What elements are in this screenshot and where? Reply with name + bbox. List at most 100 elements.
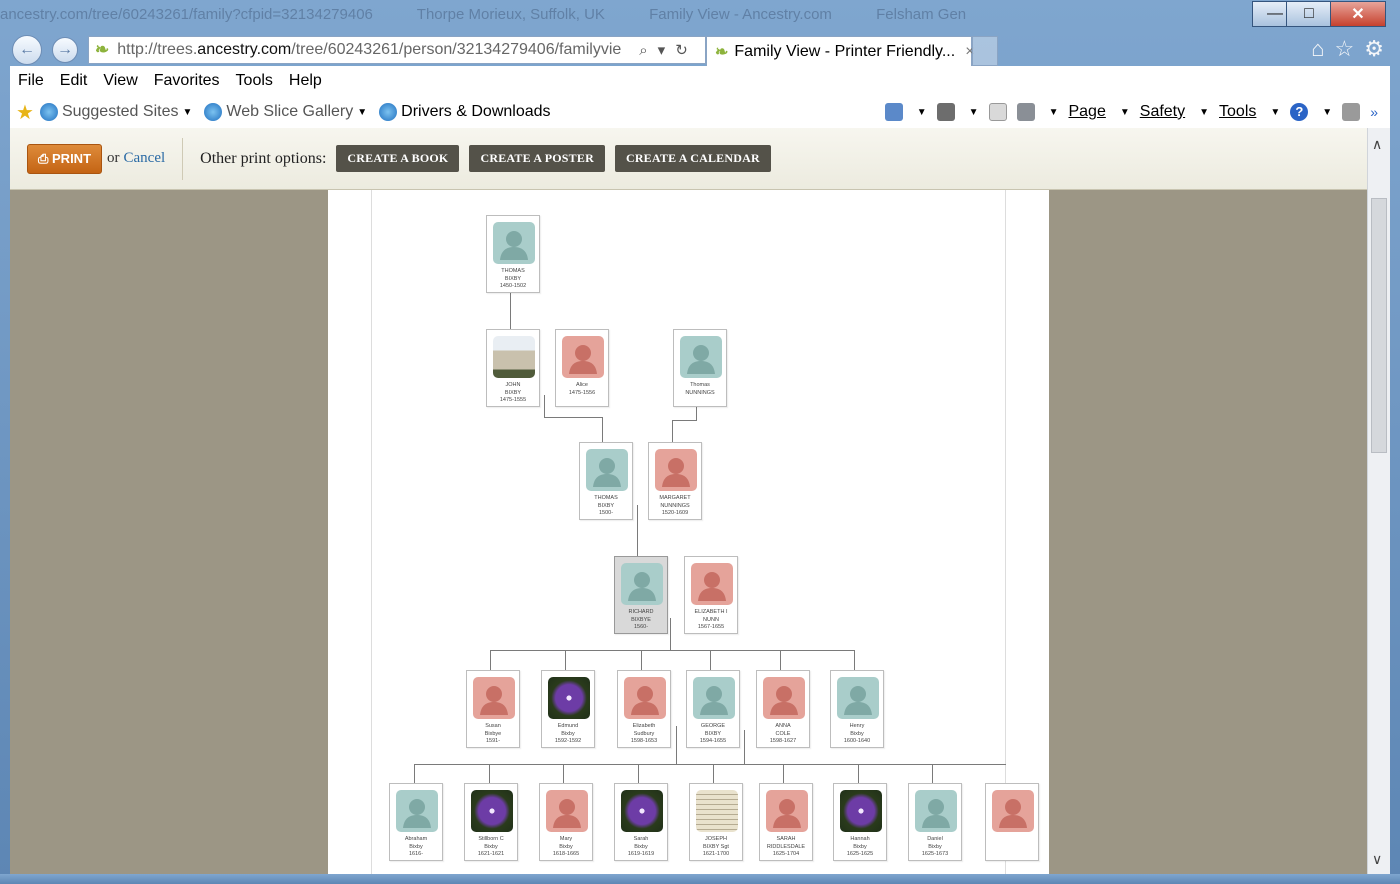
printer-icon[interactable] [1016,103,1035,121]
person-dates: 1592-1592 [554,738,582,744]
caret-down-icon[interactable]: ▼ [969,107,979,118]
tools-menu[interactable]: Tools [1219,103,1256,121]
connector-line [932,764,933,783]
forward-button[interactable]: → [52,37,78,63]
print-button[interactable]: ⎙ PRINT [27,143,103,174]
person-photo [471,790,513,832]
caret-down-icon[interactable]: ▼ [1270,107,1280,118]
person-card[interactable]: SARAH RIDDLESDALE 1625-1704 [759,783,813,861]
person-card[interactable]: Elizabeth Sudbury 1598-1653 [617,670,671,748]
person-card[interactable]: Hannah Bixby 1625-1625 [833,783,887,861]
fav-drivers-downloads[interactable]: Drivers & Downloads [379,103,551,121]
person-dates: 1560- [633,624,649,630]
person-dates: 1618-1665 [552,851,580,857]
scroll-down-icon[interactable]: ∨ [1372,851,1382,868]
person-card[interactable]: JOHN BIXBY 1475-1555 [486,329,540,407]
vertical-scrollbar[interactable]: ∧ ∨ [1367,128,1390,874]
rss-feed-icon[interactable] [936,103,955,121]
menu-view[interactable]: View [103,72,137,90]
scroll-thumb[interactable] [1371,198,1387,453]
caret-down-icon[interactable]: ▼ [1120,107,1130,118]
person-card[interactable]: Sarah Bixby 1619-1619 [614,783,668,861]
gear-icon[interactable]: ⚙ [1364,36,1384,62]
person-dates: 1567-1655 [697,624,725,630]
tab-family-view[interactable]: ❧ Family View - Printer Friendly... × [706,36,975,66]
menu-favorites[interactable]: Favorites [154,72,220,90]
dropdown-icon[interactable]: ▾ [658,41,666,59]
person-name: Edmund [557,723,579,729]
caret-down-icon[interactable]: ▼ [1322,107,1332,118]
person-photo [696,790,738,832]
person-card[interactable]: Susan Bixbye 1591- [466,670,520,748]
person-name: Thomas [690,382,710,388]
person-card[interactable]: THOMAS BIXBY 1450-1502 [486,215,540,293]
caret-down-icon[interactable]: ▼ [1199,107,1209,118]
close-window-button[interactable]: ✕ [1330,1,1386,27]
tab-title: Family View - Printer Friendly... [734,42,956,60]
back-arrow-icon: ← [19,41,35,58]
person-card[interactable]: RICHARD BIXBYE 1560- [614,556,668,634]
person-card[interactable]: ANNA COLE 1598-1627 [756,670,810,748]
scroll-up-icon[interactable]: ∧ [1372,136,1382,153]
person-card[interactable]: JOSEPH BIXBY Sgt 1621-1700 [689,783,743,861]
person-card[interactable]: Edmund Bixby 1592-1592 [541,670,595,748]
person-photo [624,677,666,719]
connector-line [672,420,673,442]
person-card[interactable] [985,783,1039,861]
ghost-tab[interactable]: Felsham Gen [876,6,966,23]
url-text[interactable]: http://trees.ancestry.com/tree/60243261/… [117,41,629,59]
connector-line [544,417,603,418]
menu-edit[interactable]: Edit [60,72,88,90]
person-card[interactable]: THOMAS BIXBY 1500- [579,442,633,520]
cancel-link[interactable]: Cancel [124,150,166,167]
fav-web-slice-gallery[interactable]: Web Slice Gallery ▼ [204,103,367,121]
person-dates: 1625-1704 [772,851,800,857]
chevron-right-icon[interactable]: » [1370,104,1378,120]
person-card[interactable]: Alice 1475-1556 [555,329,609,407]
new-tab-button[interactable] [972,36,998,66]
ghost-tab[interactable]: Thorpe Morieux, Suffolk, UK [417,6,605,23]
create-poster-button[interactable]: CREATE A POSTER [469,145,605,172]
ghost-tab[interactable]: Family View - Ancestry.com [649,6,832,23]
caret-down-icon[interactable]: ▼ [1049,107,1059,118]
refresh-icon[interactable]: ↻ [675,41,688,59]
menu-help[interactable]: Help [289,72,322,90]
help-icon[interactable]: ? [1290,103,1309,121]
maximize-button[interactable]: □ [1286,1,1332,27]
caret-down-icon[interactable]: ▼ [917,107,927,118]
back-button[interactable]: ← [12,35,42,65]
search-icon[interactable]: ⌕ [639,42,647,59]
person-photo [586,449,628,491]
address-bar[interactable]: ❧ http://trees.ancestry.com/tree/6024326… [88,36,706,64]
person-card[interactable]: ELIZABETH I NUNN 1567-1655 [684,556,738,634]
ghost-tab[interactable]: ancestry.com/tree/60243261/family?cfpid=… [0,6,373,23]
safety-menu[interactable]: Safety [1140,103,1185,121]
person-card[interactable]: Daniel Bixby 1625-1673 [908,783,962,861]
browser-toolbars: File Edit View Favorites Tools Help ★ Su… [10,66,1390,128]
connector-line [713,764,714,783]
person-surname: BIXBY [504,275,522,282]
person-card[interactable]: MARGARET NUNNINGS 1520-1609 [648,442,702,520]
person-card[interactable]: Thomas NUNNINGS [673,329,727,407]
menu-tools[interactable]: Tools [236,72,273,90]
favorites-star-icon[interactable]: ★ [16,100,34,125]
page-menu[interactable]: Page [1068,103,1105,121]
fav-suggested-sites[interactable]: Suggested Sites ▼ [39,103,192,121]
person-card[interactable]: Henry Bixby 1600-1640 [830,670,884,748]
menu-file[interactable]: File [18,72,44,90]
person-card[interactable]: GEORGE BIXBY 1594-1655 [686,670,740,748]
mail-icon[interactable] [988,103,1007,121]
person-label: ANNA COLE 1598-1627 [757,723,809,746]
create-book-button[interactable]: CREATE A BOOK [336,145,460,172]
research-icon[interactable] [1342,103,1361,121]
fav-label: Web Slice Gallery [226,103,354,120]
home-icon[interactable] [884,103,903,121]
person-card[interactable]: Abraham Bixby 1616- [389,783,443,861]
person-card[interactable]: Stillborn C Bixby 1621-1621 [464,783,518,861]
favorites-star-icon[interactable]: ☆ [1335,36,1355,62]
person-photo [763,677,805,719]
person-card[interactable]: Mary Bixby 1618-1665 [539,783,593,861]
connector-line [490,650,491,670]
create-calendar-button[interactable]: CREATE A CALENDAR [614,145,771,172]
home-icon[interactable]: ⌂ [1311,36,1324,62]
